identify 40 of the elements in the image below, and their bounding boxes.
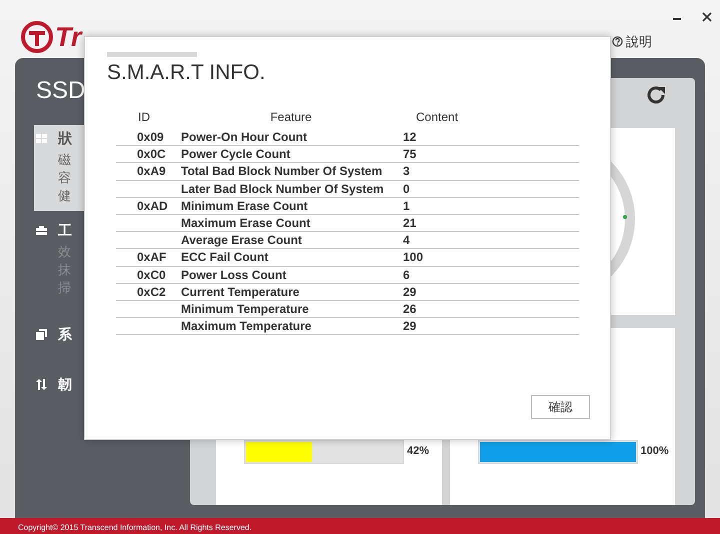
table-cell: Power Loss Count: [181, 268, 286, 282]
table-cell: Total Bad Block Number Of System: [181, 164, 382, 178]
table-cell: 0: [403, 182, 410, 196]
table-cell: Minimum Temperature: [181, 302, 309, 316]
column-header: Content: [416, 110, 458, 124]
table-cell: Minimum Erase Count: [181, 198, 308, 213]
table-cell: Power Cycle Count: [181, 147, 290, 162]
table-cell: Current Temperature: [181, 284, 300, 299]
column-header: ID: [138, 110, 150, 124]
table-cell: 0xC0: [137, 268, 166, 282]
table-cell: 0xAD: [137, 198, 168, 213]
table-cell: 12: [403, 130, 416, 144]
table-cell: ECC Fail Count: [181, 250, 268, 264]
table-cell: Power-On Hour Count: [181, 130, 307, 144]
column-header: Feature: [270, 110, 312, 124]
table-cell: Later Bad Block Number Of System: [181, 182, 384, 196]
table-cell: 29: [403, 319, 416, 334]
table-cell: 1: [403, 198, 410, 213]
table-cell: 3: [403, 164, 410, 178]
table-cell: 21: [403, 216, 416, 230]
table-cell: 29: [403, 284, 416, 299]
table-cell: 4: [403, 233, 410, 248]
table-cell: 0x0C: [137, 147, 166, 162]
table-cell: 0xC2: [137, 284, 166, 299]
table-cell: 100: [403, 250, 424, 264]
panel-title: SSD: [36, 76, 86, 106]
table-cell: Average Erase Count: [181, 233, 302, 248]
logo-text: Tr: [55, 24, 82, 50]
copyright-text: Copyright© 2015 Transcend Information, Inc. All Rights Reserved.: [0, 518, 720, 534]
table-cell: 0xAF: [137, 250, 166, 264]
table-cell: 26: [403, 302, 416, 316]
table-cell: 75: [403, 147, 416, 162]
table-cell: 6: [403, 268, 410, 282]
meter-reading: 100%: [640, 444, 669, 459]
meter-reading: 42%: [407, 444, 430, 459]
table-cell: 0x09: [137, 130, 164, 144]
table-cell: Maximum Temperature: [181, 319, 312, 334]
table-cell: 0xA9: [137, 164, 166, 178]
table-cell: Maximum Erase Count: [181, 216, 310, 230]
dialog-title: S.M.A.R.T INFO.: [107, 60, 266, 86]
